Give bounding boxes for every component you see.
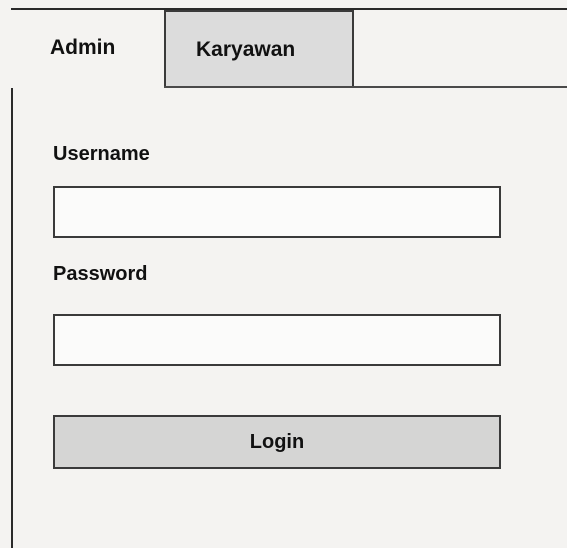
login-button[interactable]: Login [53, 415, 501, 469]
tab-divider [164, 86, 567, 88]
tab-karyawan[interactable]: Karyawan [164, 10, 354, 88]
password-field[interactable] [53, 314, 501, 366]
username-label: Username [53, 143, 150, 165]
tab-karyawan-label: Karyawan [196, 38, 296, 61]
tab-admin-label: Admin [50, 36, 116, 59]
username-field[interactable] [53, 186, 501, 238]
password-label: Password [53, 263, 148, 285]
tab-admin[interactable]: Admin [11, 10, 165, 88]
